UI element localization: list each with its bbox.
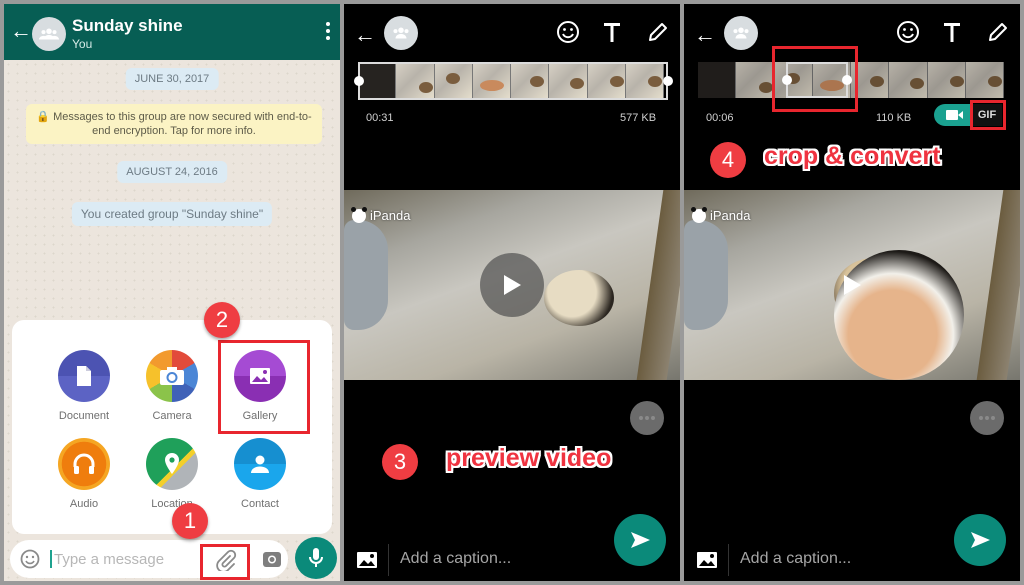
attach-highlight-box [200,544,250,580]
video-preview-panel: ← 00:31 577 KB iPanda 3 preview video Ad… [344,4,680,581]
panda-image [544,270,614,326]
more-options-button[interactable] [630,401,664,435]
timeline-frame [736,62,775,98]
attach-contact-button[interactable]: Contact [220,438,300,510]
date-chip: JUNE 30, 2017 [125,68,219,90]
camera-icon[interactable] [262,549,282,574]
caption-divider [388,544,389,576]
caption-divider [728,544,729,576]
send-icon [971,532,990,548]
play-icon [844,275,861,295]
ipanda-watermark: iPanda [351,206,410,223]
group-icon [38,28,60,40]
group-icon [733,27,749,39]
encryption-notice-text: Messages to this group are now secured w… [53,111,312,137]
emoji-icon[interactable] [556,20,580,49]
trim-handle-start[interactable] [354,76,364,86]
attach-label: Document [58,410,110,422]
group-avatar [384,16,418,50]
gallery-highlight-box [218,340,310,434]
mic-button[interactable] [295,537,337,579]
chat-title[interactable]: Sunday shine [72,16,183,36]
video-preview[interactable]: iPanda [684,190,1020,380]
send-button[interactable] [614,514,666,566]
more-options-button[interactable] [970,401,1004,435]
date-chip: AUGUST 24, 2016 [117,161,227,183]
whatsapp-chat-panel: ← Sunday shine You JUNE 30, 2017 🔒 Messa… [4,4,340,581]
play-icon [504,275,521,295]
system-message: You created group "Sunday shine" [71,202,273,226]
message-input[interactable]: Type a message [54,551,164,568]
group-icon [393,27,409,39]
timeline-frame [889,62,928,98]
attach-audio-button[interactable]: Audio [44,438,124,510]
more-vertical-icon[interactable] [326,22,330,43]
group-avatar [724,16,758,50]
attach-label: Audio [69,498,99,510]
attach-label: Contact [241,498,279,510]
text-icon[interactable] [602,20,622,49]
timeline-frame [927,62,966,98]
mic-icon [309,548,323,567]
annotation-crop-convert: crop & convert [764,142,941,170]
video-camera-icon [946,110,963,120]
location-icon [146,438,198,490]
step-badge-4: 4 [710,142,746,178]
send-icon [631,532,650,548]
text-icon[interactable] [942,20,962,49]
document-icon [58,350,110,402]
trim-handle-end[interactable] [663,76,673,86]
timeline-frame [965,62,1004,98]
video-duration: 00:31 [366,112,394,124]
contact-icon [234,438,286,490]
pencil-icon[interactable] [986,20,1010,49]
camera-icon [146,350,198,402]
encryption-notice[interactable]: 🔒 Messages to this group are now secured… [26,104,322,144]
add-image-icon[interactable] [696,550,718,575]
play-button[interactable] [480,253,544,317]
emoji-icon[interactable] [896,20,920,49]
attach-location-button[interactable]: Location [132,438,212,510]
video-preview[interactable]: iPanda [344,190,680,380]
panda-logo-icon [351,206,367,223]
chat-subtitle: You [72,37,93,51]
caption-input[interactable]: Add a caption... [740,550,851,568]
video-size: 577 KB [620,112,657,124]
step-badge-3: 3 [382,444,418,480]
emoji-icon[interactable] [20,549,40,574]
attach-document-button[interactable]: Document [44,350,124,422]
group-avatar[interactable] [32,17,66,51]
lock-icon: 🔒 [36,111,54,123]
ipanda-watermark: iPanda [691,206,750,223]
timeline-frame [698,62,737,98]
gif-highlight-box [970,100,1006,130]
video-duration: 00:06 [706,112,734,124]
headphones-icon [58,438,110,490]
attach-camera-button[interactable]: Camera [132,350,212,422]
trim-selection [358,62,668,100]
attach-label: Camera [152,410,192,422]
crop-convert-panel: ← 00:06 110 KB GIF 4 crop & convert iPan… [684,4,1020,581]
play-button[interactable] [820,253,884,317]
annotation-preview-video: preview video [446,444,612,472]
arrow-left-icon[interactable]: ← [354,22,376,48]
step-badge-1: 1 [172,503,208,539]
add-image-icon[interactable] [356,550,378,575]
send-button[interactable] [954,514,1006,566]
text-cursor [50,550,52,568]
chat-header: ← Sunday shine You [4,4,340,60]
arrow-left-icon[interactable]: ← [10,18,32,44]
step-badge-2: 2 [204,302,240,338]
caption-input[interactable]: Add a caption... [400,550,511,568]
arrow-left-icon[interactable]: ← [694,22,716,48]
trim-highlight-box [772,46,858,112]
panda-logo-icon [691,206,707,223]
video-size: 110 KB [876,112,912,124]
pencil-icon[interactable] [646,20,670,49]
